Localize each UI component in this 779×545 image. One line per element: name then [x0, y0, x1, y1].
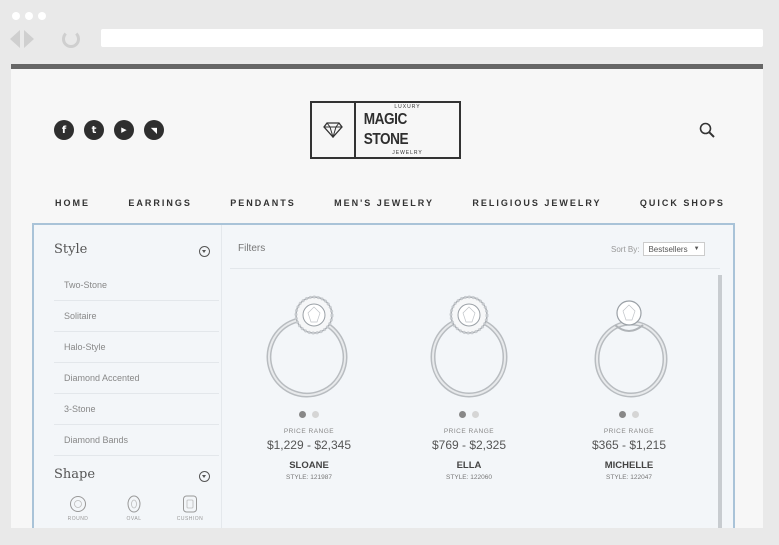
- social-links: f t ▶ ◥: [54, 120, 164, 140]
- sort-label: Sort By:: [611, 244, 640, 254]
- product-name[interactable]: MICHELLE: [605, 460, 654, 471]
- address-bar[interactable]: [101, 29, 763, 47]
- nav-item-quick-shops[interactable]: QUICK SHOPS: [640, 198, 725, 208]
- ring-image: [430, 295, 508, 398]
- carousel-dot[interactable]: [459, 411, 466, 418]
- carousel-dot[interactable]: [472, 411, 479, 418]
- sidebar-item-halo-style[interactable]: Halo-Style: [54, 332, 219, 363]
- style-heading[interactable]: Style: [54, 242, 87, 257]
- sidebar-item-diamond-accented[interactable]: Diamond Accented: [54, 363, 219, 394]
- nav-item-home[interactable]: HOME: [55, 198, 90, 208]
- carousel-dot[interactable]: [312, 411, 319, 418]
- reload-icon[interactable]: [62, 30, 80, 48]
- window-controls: [12, 12, 46, 20]
- oval-shape-icon: [127, 495, 141, 513]
- page-viewport: f t ▶ ◥ LUXURY MAGIC STONE JEWELRY HOME …: [11, 64, 763, 528]
- twitter-icon[interactable]: t: [84, 120, 104, 140]
- logo-main-text: MAGIC STONE: [363, 111, 409, 148]
- forward-arrow-icon[interactable]: [24, 30, 34, 48]
- sidebar-item-diamond-bands[interactable]: Diamond Bands: [54, 425, 219, 456]
- product-card[interactable]: PRICE RANGE $1,229 - $2,345 SLOANE STYLE…: [229, 285, 389, 481]
- youtube-icon[interactable]: ▶: [114, 120, 134, 140]
- chevron-down-icon[interactable]: [199, 471, 210, 482]
- shape-label: ROUND: [67, 516, 89, 522]
- sidebar-item-solitaire[interactable]: Solitaire: [54, 301, 219, 332]
- nav-item-pendants[interactable]: PENDANTS: [230, 198, 296, 208]
- facebook-icon[interactable]: f: [54, 120, 74, 140]
- shape-heading[interactable]: Shape: [54, 467, 95, 482]
- product-style: STYLE: 121987: [286, 474, 332, 481]
- filters-label[interactable]: Filters: [238, 243, 265, 254]
- price-range-label: PRICE RANGE: [283, 428, 335, 435]
- product-card[interactable]: PRICE RANGE $769 - $2,325 ELLA STYLE: 12…: [389, 285, 549, 481]
- browser-frame: f t ▶ ◥ LUXURY MAGIC STONE JEWELRY HOME …: [0, 0, 779, 545]
- window-dot[interactable]: [12, 12, 20, 20]
- shape-option-round[interactable]: ROUND: [64, 495, 92, 522]
- rss-icon[interactable]: ◥: [144, 120, 164, 140]
- browser-nav: [10, 30, 34, 48]
- nav-item-mens-jewelry[interactable]: MEN'S JEWELRY: [334, 198, 434, 208]
- product-price: $1,229 - $2,345: [266, 438, 352, 452]
- image-carousel-dots: [459, 411, 479, 418]
- chevron-down-icon[interactable]: [199, 246, 210, 257]
- divider: [230, 268, 720, 269]
- product-name[interactable]: ELLA: [457, 460, 482, 471]
- back-arrow-icon[interactable]: [10, 30, 20, 48]
- sort-control: Sort By: Bestsellers ▼: [611, 242, 705, 256]
- top-divider: [11, 64, 763, 69]
- image-carousel-dots: [299, 411, 319, 418]
- sidebar-item-two-stone[interactable]: Two-Stone: [54, 270, 219, 301]
- search-icon[interactable]: [699, 122, 715, 138]
- shape-label: OVAL: [126, 516, 142, 522]
- product-price: $769 - $2,325: [431, 438, 507, 452]
- carousel-dot[interactable]: [632, 411, 639, 418]
- product-name[interactable]: SLOANE: [289, 460, 329, 471]
- product-panel: Style Two-Stone Solitaire Halo-Style Dia…: [32, 223, 735, 528]
- ring-image: [266, 295, 348, 398]
- shape-option-cushion[interactable]: CUSHION: [176, 495, 204, 522]
- window-dot[interactable]: [38, 12, 46, 20]
- price-range-label: PRICE RANGE: [443, 428, 495, 435]
- site-logo[interactable]: LUXURY MAGIC STONE JEWELRY: [310, 101, 461, 159]
- round-shape-icon: [70, 496, 86, 512]
- nav-item-religious-jewelry[interactable]: RELIGIOUS JEWELRY: [472, 198, 601, 208]
- sidebar-item-3-stone[interactable]: 3-Stone: [54, 394, 219, 425]
- product-card[interactable]: PRICE RANGE $365 - $1,215 MICHELLE STYLE…: [549, 285, 709, 481]
- scrollbar[interactable]: [718, 275, 722, 528]
- image-carousel-dots: [619, 411, 639, 418]
- dropdown-arrow-icon: ▼: [693, 246, 700, 252]
- main-navigation: HOME EARRINGS PENDANTS MEN'S JEWELRY REL…: [55, 198, 725, 208]
- sort-select[interactable]: Bestsellers ▼: [643, 242, 705, 256]
- product-price: $365 - $1,215: [591, 438, 667, 452]
- diamond-icon: [312, 103, 356, 157]
- ring-image: [594, 300, 668, 398]
- carousel-dot[interactable]: [299, 411, 306, 418]
- sort-value: Bestsellers: [648, 244, 688, 254]
- nav-item-earrings[interactable]: EARRINGS: [128, 198, 192, 208]
- logo-bottom-text: JEWELRY: [392, 150, 423, 156]
- product-style: STYLE: 122047: [606, 474, 652, 481]
- filter-sidebar: Style Two-Stone Solitaire Halo-Style Dia…: [34, 225, 222, 528]
- product-style: STYLE: 122060: [446, 474, 492, 481]
- cushion-shape-icon: [183, 495, 197, 513]
- price-range-label: PRICE RANGE: [603, 428, 655, 435]
- shape-label: CUSHION: [176, 516, 204, 522]
- window-dot[interactable]: [25, 12, 33, 20]
- carousel-dot[interactable]: [619, 411, 626, 418]
- shape-option-oval[interactable]: OVAL: [120, 495, 148, 522]
- shape-options: ROUND OVAL CUSHION: [64, 495, 204, 522]
- logo-wordmark: LUXURY MAGIC STONE JEWELRY: [356, 103, 459, 157]
